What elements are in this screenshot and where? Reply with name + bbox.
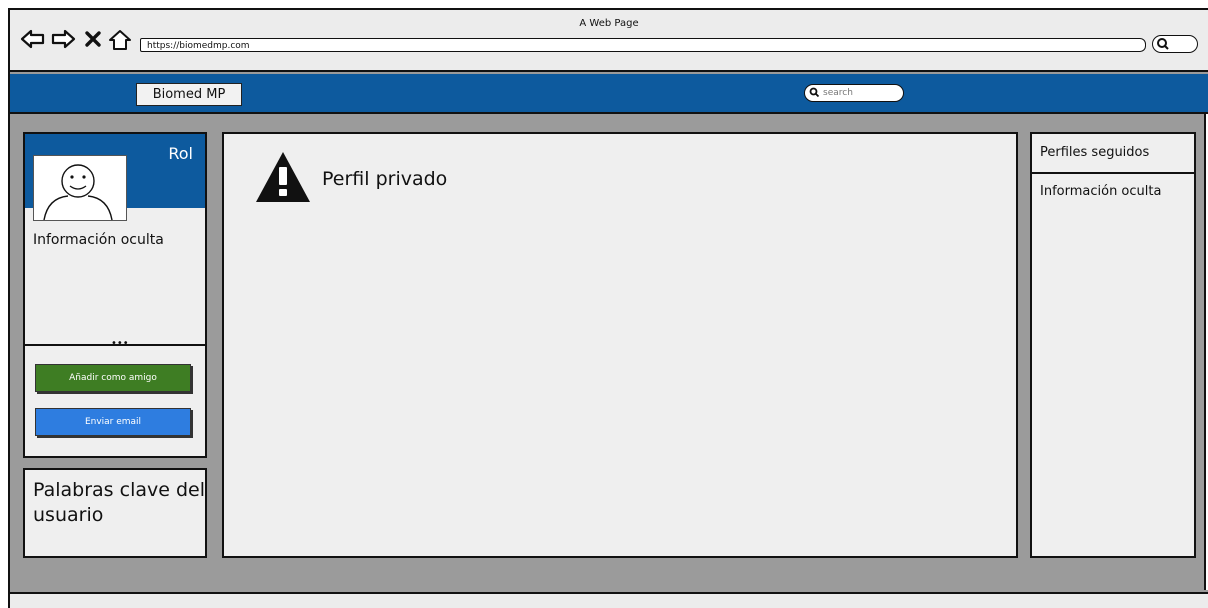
following-panel: Perfiles seguidos Información oculta <box>1030 132 1196 558</box>
following-title: Perfiles seguidos <box>1032 134 1194 174</box>
profile-header: Rol <box>25 134 205 221</box>
following-hidden-info: Información oculta <box>1040 184 1162 199</box>
home-icon[interactable] <box>108 28 132 52</box>
window-title: A Web Page <box>579 18 639 29</box>
browser-search-button[interactable] <box>1152 35 1198 53</box>
send-email-button[interactable]: Enviar email <box>35 408 191 436</box>
status-bar <box>10 592 1208 608</box>
user-keywords-panel: Palabras clave del usuario <box>23 468 207 558</box>
brand-button[interactable]: Biomed MP <box>136 83 242 106</box>
user-keywords-label: Palabras clave del usuario <box>33 479 205 526</box>
url-field[interactable]: https://biomedmp.com <box>140 38 1146 52</box>
avatar-icon <box>43 164 113 221</box>
browser-titlebar: A Web Page https://biomedmp.com <box>10 10 1208 72</box>
role-label: Rol <box>168 144 193 163</box>
search-icon <box>809 87 820 98</box>
warning-icon <box>256 152 310 202</box>
profile-card: Rol Información oculta ••• Añadir como a… <box>23 132 207 458</box>
search-placeholder: search <box>823 88 853 98</box>
close-icon[interactable] <box>84 28 102 50</box>
forward-icon[interactable] <box>50 28 76 50</box>
avatar <box>33 155 127 221</box>
search-input[interactable]: search <box>804 84 904 102</box>
back-icon[interactable] <box>20 28 46 50</box>
profile-hidden-info: Información oculta <box>33 232 164 248</box>
more-icon[interactable]: ••• <box>111 338 129 349</box>
main-content: Perfil privado <box>222 132 1018 558</box>
browser-window: A Web Page https://biomedmp.com Biomed M… <box>8 8 1208 608</box>
add-friend-button[interactable]: Añadir como amigo <box>35 364 191 392</box>
site-navbar: Biomed MP search <box>10 74 1208 114</box>
search-icon <box>1157 38 1169 50</box>
private-profile-label: Perfil privado <box>322 168 448 190</box>
scrollbar[interactable] <box>1204 114 1208 590</box>
